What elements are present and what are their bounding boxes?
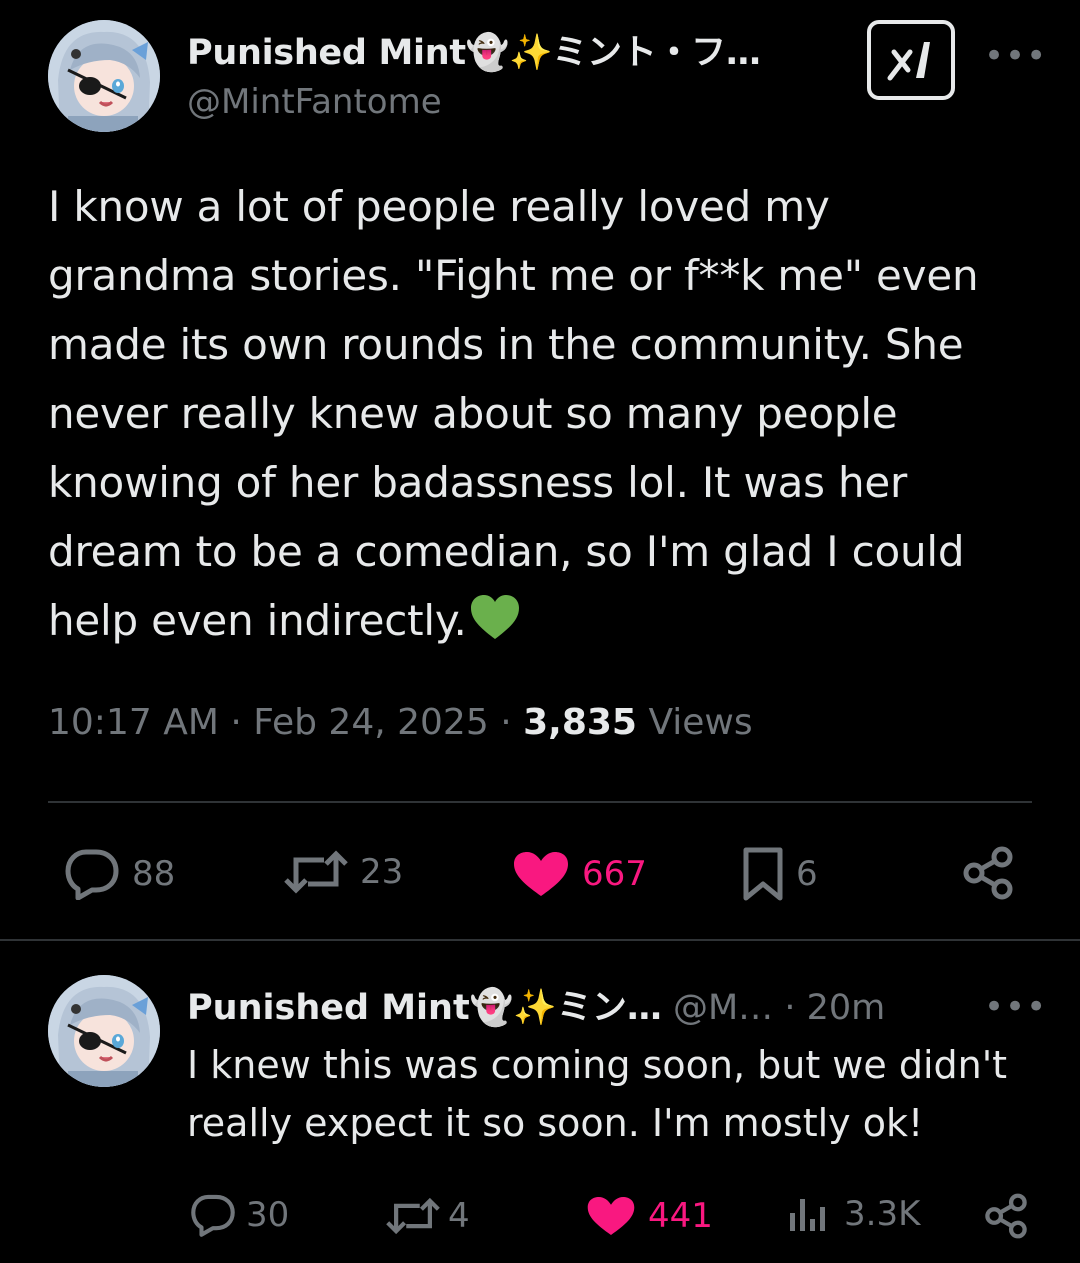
bookmark-icon [743,847,783,901]
reply-author-avatar[interactable] [48,975,160,1087]
repost-icon [284,850,348,894]
tweet-text-line: help even indirectly. [48,596,467,645]
repost-button[interactable]: 23 [284,850,403,894]
reply-text: I knew this was coming soon, but we didn… [187,1036,1047,1152]
reply-icon [65,849,119,900]
anime-avatar-icon [48,975,160,1087]
reply-time[interactable]: 20m [807,988,886,1028]
more-options-icon[interactable]: ••• [984,36,1047,76]
reply-like-button[interactable]: 441 [586,1195,713,1237]
heart-icon [514,852,568,896]
repost-count: 23 [360,852,404,892]
like-count: 667 [582,854,647,894]
author-avatar[interactable] [48,20,160,132]
like-button[interactable]: 667 [512,850,647,898]
reply-views-button[interactable]: 3.3K [788,1194,920,1234]
views-label: Views [648,702,753,743]
divider [48,801,1032,803]
reply-button[interactable]: 88 [64,848,175,900]
reply-handle[interactable]: @M… [673,988,773,1028]
meta-separator: · [784,988,796,1028]
tweet-detail-page: Punished Mint👻✨ミント・フ… @MintFantome ••• I… [0,0,1080,1263]
reply-like-count: 441 [648,1196,713,1236]
reply-share-button[interactable] [984,1193,1028,1239]
share-icon [963,846,1013,900]
green-heart-icon [470,595,519,639]
tweet-time[interactable]: 10:17 AM [48,702,219,743]
tweet-text: I know a lot of people really loved my g… [48,172,1038,655]
views-count[interactable]: 3,835 [523,702,637,743]
analytics-icon [790,1199,825,1231]
bookmark-button[interactable]: 6 [742,846,818,902]
reply-display-name[interactable]: Punished Mint👻✨ミン… [187,988,662,1028]
heart-icon [587,1197,635,1235]
divider [0,939,1080,941]
tweet-meta: 10:17 AM · Feb 24, 2025 · 3,835 Views [48,702,753,743]
meta-separator: · [230,702,242,743]
tweet-text-line: made its own rounds in the community. Sh… [48,320,964,369]
reply-reply-count: 30 [246,1195,290,1235]
tweet-text-line: never really knew about so many people [48,389,898,438]
reply-reply-button[interactable]: 30 [190,1193,289,1237]
reply-text-line: I knew this was coming soon, but we didn… [187,1043,1008,1087]
reply-header: Punished Mint👻✨ミン… @M… · 20m [187,979,885,1030]
tweet-text-line: I know a lot of people really loved my [48,182,830,231]
author-display-name[interactable]: Punished Mint👻✨ミント・フ… [187,24,761,75]
tweet-text-line: dream to be a comedian, so I'm glad I co… [48,527,965,576]
share-button[interactable] [962,846,1014,900]
share-icon [985,1193,1027,1239]
tweet-text-line: knowing of her badassness lol. It was he… [48,458,908,507]
meta-separator: · [500,702,512,743]
grok-icon [887,42,930,81]
reply-views-count: 3.3K [844,1194,921,1234]
reply-count: 88 [132,854,176,894]
tweet-text-line: grandma stories. "Fight me or f**k me" e… [48,251,979,300]
reply-repost-count: 4 [448,1196,470,1236]
reply-icon [191,1194,235,1237]
grok-button[interactable] [867,20,955,100]
reply-repost-button[interactable]: 4 [386,1196,470,1236]
tweet-date[interactable]: Feb 24, 2025 [253,702,489,743]
tweet-text-line-last: help even indirectly. [48,586,1038,655]
repost-icon [386,1197,440,1235]
bookmark-count: 6 [796,854,818,894]
reply-text-line: really expect it so soon. I'm mostly ok! [187,1101,924,1145]
reply-more-options-icon[interactable]: ••• [984,987,1047,1027]
anime-avatar-icon [48,20,160,132]
author-handle[interactable]: @MintFantome [187,82,442,122]
